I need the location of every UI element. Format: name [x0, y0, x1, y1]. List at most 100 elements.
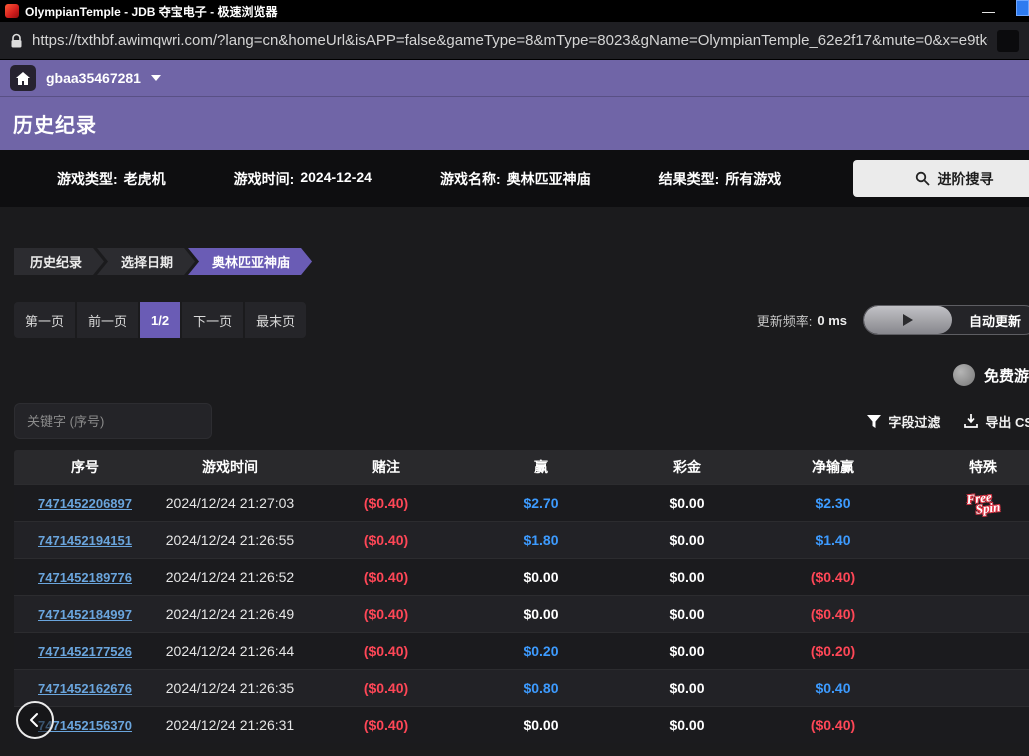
advanced-search-button[interactable]: 进阶搜寻 [853, 160, 1029, 197]
advanced-search-label: 进阶搜寻 [938, 169, 994, 189]
serial-link[interactable]: 7471452194151 [38, 533, 132, 548]
account-name[interactable]: gbaa35467281 [46, 70, 141, 86]
url-text[interactable]: https://txthbf.awimqwri.com/?lang=cn&hom… [32, 32, 988, 49]
minimize-button[interactable]: — [982, 4, 995, 19]
browser-action-button[interactable] [997, 30, 1019, 52]
cell-win: $0.20 [468, 633, 614, 669]
pagination-prev-button[interactable]: 前一页 [77, 302, 138, 338]
breadcrumb-select-date[interactable]: 选择日期 [97, 248, 195, 275]
account-nav: gbaa35467281 [0, 60, 1029, 97]
cell-jackpot: $0.00 [614, 670, 760, 706]
serial-link[interactable]: 7471452206897 [38, 496, 132, 511]
app-icon [5, 4, 19, 18]
cell-bet: ($0.40) [304, 485, 468, 521]
auto-update-label: 自动更新 [952, 306, 1029, 334]
col-header-jackpot: 彩金 [614, 450, 760, 484]
table-row: 7471452156370 2024/12/24 21:26:31 ($0.40… [14, 706, 1029, 743]
cell-win: $0.80 [468, 670, 614, 706]
table-row: 7471452189776 2024/12/24 21:26:52 ($0.40… [14, 558, 1029, 595]
free-game-toggle-icon[interactable] [953, 364, 975, 386]
cell-bet: ($0.40) [304, 633, 468, 669]
cell-special [906, 633, 1029, 669]
pagination-current-page[interactable]: 1/2 [140, 302, 180, 338]
free-game-label: 免费游 [984, 365, 1029, 386]
pagination-next-button[interactable]: 下一页 [182, 302, 243, 338]
funnel-icon [867, 415, 881, 428]
pagination-first-button[interactable]: 第一页 [14, 302, 75, 338]
filter-value: 2024-12-24 [300, 169, 372, 189]
cell-jackpot: $0.00 [614, 485, 760, 521]
cell-net: ($0.40) [760, 707, 906, 743]
refresh-cluster: 更新频率: 0 ms 自动更新 [757, 305, 1029, 335]
serial-link[interactable]: 7471452189776 [38, 570, 132, 585]
home-icon [16, 72, 30, 85]
search-icon [915, 171, 930, 186]
export-csv-label: 导出 CS [985, 412, 1029, 431]
lock-icon [10, 33, 23, 49]
cell-game-time: 2024/12/24 21:26:35 [156, 670, 304, 706]
search-input[interactable] [14, 403, 212, 439]
pager: 第一页 前一页 1/2 下一页 最末页 [14, 302, 306, 338]
col-header-net: 净输赢 [760, 450, 906, 484]
window-titlebar: OlympianTemple - JDB 夺宝电子 - 极速浏览器 — [0, 0, 1029, 22]
cell-game-time: 2024/12/24 21:26:55 [156, 522, 304, 558]
chevron-down-icon[interactable] [151, 75, 161, 81]
toggle-knob[interactable] [864, 306, 952, 334]
table-row: 7471452194151 2024/12/24 21:26:55 ($0.40… [14, 521, 1029, 558]
pagination-last-button[interactable]: 最末页 [245, 302, 306, 338]
cell-bet: ($0.40) [304, 707, 468, 743]
cell-jackpot: $0.00 [614, 559, 760, 595]
col-header-serial: 序号 [14, 450, 156, 484]
export-csv-button[interactable]: 导出 CS [964, 412, 1029, 431]
table-row: 7471452162676 2024/12/24 21:26:35 ($0.40… [14, 669, 1029, 706]
cell-net: $1.40 [760, 522, 906, 558]
cell-bet: ($0.40) [304, 670, 468, 706]
window-control-button[interactable] [1016, 0, 1029, 16]
serial-link[interactable]: 7471452184997 [38, 607, 132, 622]
browser-address-bar[interactable]: https://txthbf.awimqwri.com/?lang=cn&hom… [0, 22, 1029, 60]
cell-win: $0.00 [468, 596, 614, 632]
page-header: 历史纪录 [0, 97, 1029, 150]
filter-label: 结果类型: [659, 169, 720, 189]
auto-update-toggle[interactable]: 自动更新 [863, 305, 1029, 335]
cell-net: ($0.20) [760, 633, 906, 669]
table-row: 7471452206897 2024/12/24 21:27:03 ($0.40… [14, 484, 1029, 521]
cell-game-time: 2024/12/24 21:26:44 [156, 633, 304, 669]
table-row: 7471452177526 2024/12/24 21:26:44 ($0.40… [14, 632, 1029, 669]
breadcrumb-game-name[interactable]: 奥林匹亚神庙 [188, 248, 312, 275]
cell-special [906, 670, 1029, 706]
cell-game-time: 2024/12/24 21:26:31 [156, 707, 304, 743]
back-button[interactable] [16, 701, 54, 739]
filter-value: 奥林匹亚神庙 [507, 169, 591, 189]
table-row: 7471452184997 2024/12/24 21:26:49 ($0.40… [14, 595, 1029, 632]
cell-game-time: 2024/12/24 21:26:49 [156, 596, 304, 632]
cell-net: $2.30 [760, 485, 906, 521]
cell-game-time: 2024/12/24 21:26:52 [156, 559, 304, 595]
field-filter-button[interactable]: 字段过滤 [867, 412, 940, 431]
cell-win: $2.70 [468, 485, 614, 521]
free-game-control[interactable]: 免费游 [14, 364, 1029, 386]
cell-game-time: 2024/12/24 21:27:03 [156, 485, 304, 521]
refresh-rate-value: 0 ms [817, 313, 847, 328]
cell-special: Free Spin [906, 485, 1029, 521]
filter-game-time: 游戏时间: 2024-12-24 [234, 169, 372, 189]
main-content: 历史纪录 选择日期 奥林匹亚神庙 第一页 前一页 1/2 下一页 最末页 更新频… [0, 248, 1029, 743]
filter-value: 老虎机 [124, 169, 166, 189]
table-tools-row: 字段过滤 导出 CS [14, 403, 1015, 439]
serial-link[interactable]: 7471452162676 [38, 681, 132, 696]
field-filter-label: 字段过滤 [888, 412, 940, 431]
cell-jackpot: $0.00 [614, 596, 760, 632]
tool-cluster: 字段过滤 导出 CS [867, 412, 1029, 431]
cell-jackpot: $0.00 [614, 633, 760, 669]
cell-jackpot: $0.00 [614, 522, 760, 558]
cell-bet: ($0.40) [304, 596, 468, 632]
download-icon [964, 414, 978, 428]
serial-link[interactable]: 7471452177526 [38, 644, 132, 659]
cell-win: $1.80 [468, 522, 614, 558]
pagination-row: 第一页 前一页 1/2 下一页 最末页 更新频率: 0 ms 自动更新 [14, 302, 1015, 338]
cell-special [906, 559, 1029, 595]
home-button[interactable] [10, 65, 36, 91]
page-title: 历史纪录 [13, 109, 97, 138]
filter-label: 游戏时间: [234, 169, 295, 189]
breadcrumb-history[interactable]: 历史纪录 [14, 248, 104, 275]
